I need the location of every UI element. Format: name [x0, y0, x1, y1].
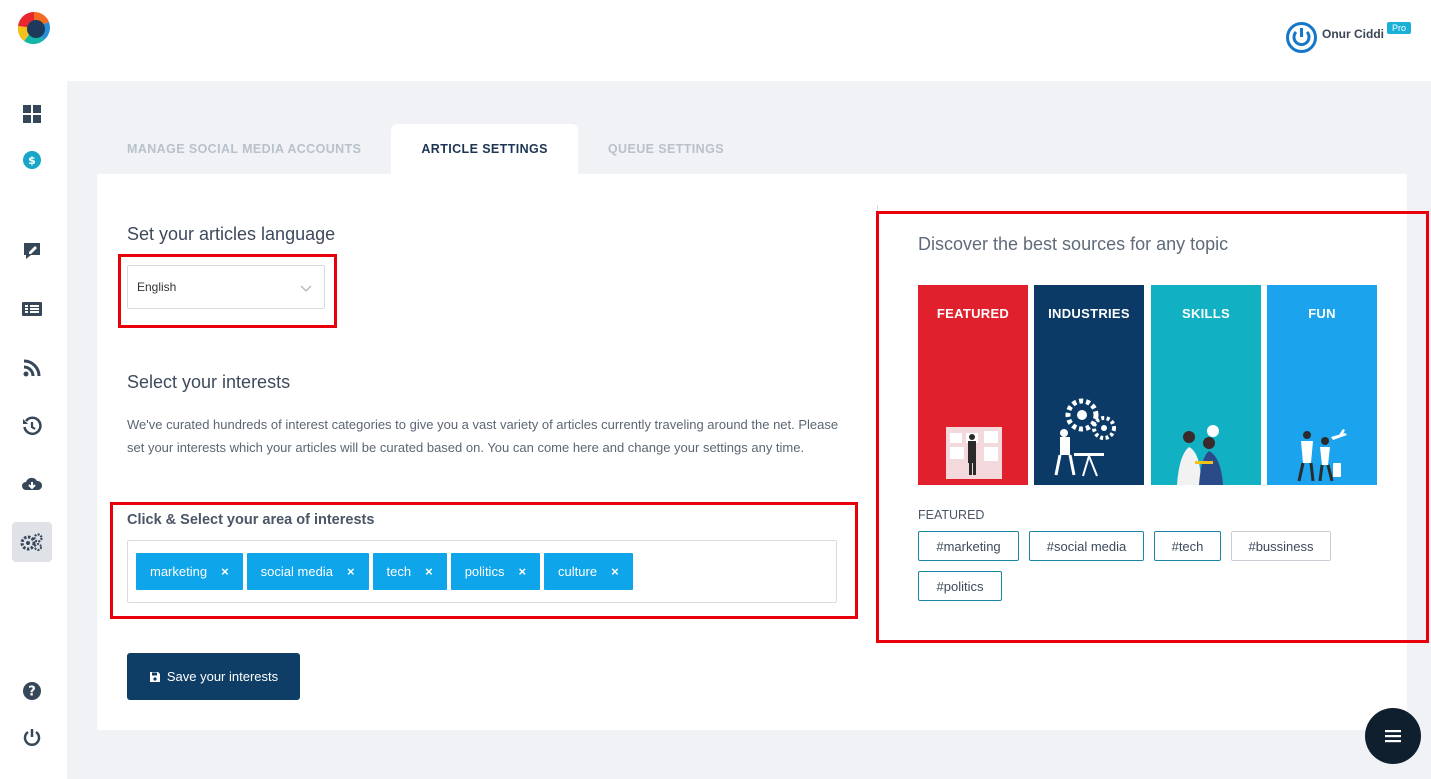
tab-article-settings[interactable]: ARTICLE SETTINGS — [391, 124, 578, 174]
hamburger-menu-icon — [1385, 730, 1401, 743]
save-interests-label: Save your interests — [166, 669, 279, 684]
save-interests-button[interactable]: Save your interests — [127, 653, 300, 700]
rss-icon — [23, 359, 41, 377]
history-icon — [23, 416, 42, 436]
highlight-box-interests — [110, 502, 858, 619]
pro-badge: Pro — [1386, 21, 1411, 34]
power-icon — [23, 729, 41, 746]
floating-menu-button[interactable] — [1365, 708, 1421, 764]
tab-manage-social-media-accounts[interactable]: MANAGE SOCIAL MEDIA ACCOUNTS — [97, 124, 391, 174]
top-bar: Onur Ciddi Pro — [67, 0, 1431, 81]
sidebar-item-settings[interactable] — [12, 522, 52, 562]
cloud-download-icon — [22, 477, 43, 490]
sidebar-item-logout[interactable] — [12, 717, 52, 757]
avatar — [1285, 22, 1317, 53]
user-name: Onur Ciddi — [1321, 26, 1384, 41]
app-logo[interactable] — [16, 10, 52, 46]
interests-heading: Select your interests — [127, 372, 291, 392]
edit-icon — [24, 243, 40, 259]
highlight-box-discover — [876, 211, 1429, 643]
language-heading: Set your articles language — [127, 224, 336, 244]
settings-tabs: MANAGE SOCIAL MEDIA ACCOUNTS ARTICLE SET… — [97, 124, 754, 174]
sidebar-item-rss[interactable] — [12, 348, 52, 388]
gears-icon — [20, 533, 43, 551]
sidebar-item-dashboard[interactable] — [12, 94, 52, 134]
highlight-box-language — [118, 254, 337, 328]
sidebar-item-compose[interactable] — [12, 231, 52, 271]
dollar-icon: $ — [23, 151, 41, 169]
svg-text:$: $ — [28, 154, 36, 167]
list-icon — [22, 302, 42, 316]
question-icon: ? — [23, 682, 41, 700]
grid-icon — [23, 105, 41, 123]
save-icon — [149, 671, 160, 682]
interests-description: We've curated hundreds of interest categ… — [127, 417, 839, 455]
sidebar-item-articles[interactable] — [12, 289, 52, 329]
sidebar-item-billing[interactable]: $ — [12, 140, 52, 180]
tab-queue-settings[interactable]: QUEUE SETTINGS — [578, 124, 754, 174]
user-menu[interactable]: Onur Ciddi Pro — [1285, 21, 1411, 53]
sidebar-item-download[interactable] — [12, 464, 52, 504]
sidebar-item-help[interactable]: ? — [12, 671, 52, 711]
sidebar: $ ? — [0, 0, 67, 779]
svg-text:?: ? — [28, 685, 36, 700]
sidebar-item-history[interactable] — [12, 406, 52, 446]
